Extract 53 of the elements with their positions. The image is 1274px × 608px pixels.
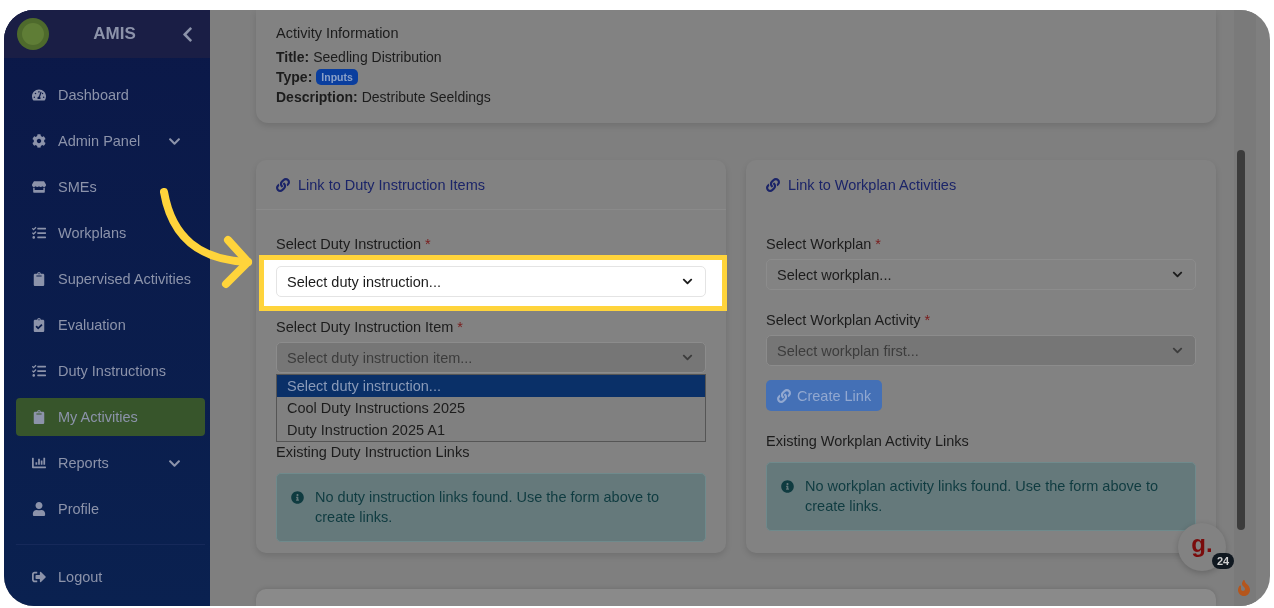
sidebar-item[interactable]: Profile bbox=[16, 490, 205, 528]
sidebar-item[interactable]: SMEs bbox=[16, 168, 205, 206]
sidebar-item[interactable]: Reports bbox=[16, 444, 205, 482]
chevron-down-icon bbox=[1172, 345, 1183, 356]
logout-item[interactable]: Logout bbox=[16, 558, 205, 596]
sidebar-item[interactable]: Supervised Activities bbox=[16, 260, 205, 298]
checklist-icon bbox=[32, 364, 46, 378]
link-icon bbox=[766, 177, 780, 192]
scrollbar[interactable] bbox=[1234, 10, 1256, 606]
link-icon bbox=[276, 177, 290, 192]
alert-text: No workplan activity links found. Use the form above to create links. bbox=[805, 477, 1159, 516]
select-field[interactable]: Select workplan... bbox=[766, 259, 1196, 290]
chevron-down-icon bbox=[682, 352, 693, 363]
field-label: Title: bbox=[276, 49, 310, 65]
chevron-down-icon bbox=[1172, 269, 1183, 280]
section-heading: Existing Workplan Activity Links bbox=[766, 433, 970, 449]
clipboard-icon bbox=[32, 272, 46, 286]
field-label: Type: bbox=[276, 69, 313, 85]
flame-icon bbox=[1236, 580, 1252, 596]
store-icon bbox=[32, 180, 46, 194]
panel-title: Link to Workplan Activities bbox=[788, 176, 957, 193]
sidebar-item[interactable]: My Activities bbox=[16, 398, 205, 436]
sidebar-item[interactable]: Duty Instructions bbox=[16, 352, 205, 390]
gauge-icon bbox=[32, 88, 46, 102]
select-field[interactable]: Select duty instruction... bbox=[276, 266, 706, 297]
field-label: Select Duty Instruction * bbox=[276, 236, 432, 252]
panel-title: Link to Duty Instruction Items bbox=[298, 176, 485, 193]
logo-icon bbox=[16, 17, 50, 51]
info-icon bbox=[781, 480, 794, 493]
sidebar-item[interactable]: Admin Panel bbox=[16, 122, 205, 160]
logout-icon bbox=[32, 570, 46, 584]
settings-icon bbox=[32, 134, 46, 148]
chevron-down-icon bbox=[682, 276, 693, 287]
clipboard-check-icon bbox=[32, 318, 46, 332]
clipboard-icon bbox=[32, 410, 46, 424]
card-heading: Activity Information bbox=[276, 25, 400, 41]
field-label: Select Duty Instruction Item * bbox=[276, 319, 464, 335]
sidebar-item[interactable]: Dashboard bbox=[16, 76, 205, 114]
field-label: Select Workplan Activity * bbox=[766, 312, 932, 328]
sidebar-item[interactable]: Evaluation bbox=[16, 306, 205, 344]
field-label: Select Workplan * bbox=[766, 236, 882, 252]
brand-title: AMIS bbox=[92, 24, 137, 44]
alert-text: No duty instruction links found. Use the form above to create links. bbox=[315, 488, 661, 527]
sidebar-item[interactable]: Workplans bbox=[16, 214, 205, 252]
section-heading: Existing Duty Instruction Links bbox=[276, 444, 471, 460]
type-badge: Inputs bbox=[316, 69, 358, 85]
checklist-icon bbox=[32, 226, 46, 240]
count-badge: 24 bbox=[1212, 553, 1235, 569]
info-icon bbox=[291, 491, 304, 504]
user-icon bbox=[32, 502, 46, 516]
link-icon bbox=[777, 388, 791, 403]
chart-icon bbox=[32, 456, 46, 470]
field-label: Description: bbox=[276, 89, 358, 105]
